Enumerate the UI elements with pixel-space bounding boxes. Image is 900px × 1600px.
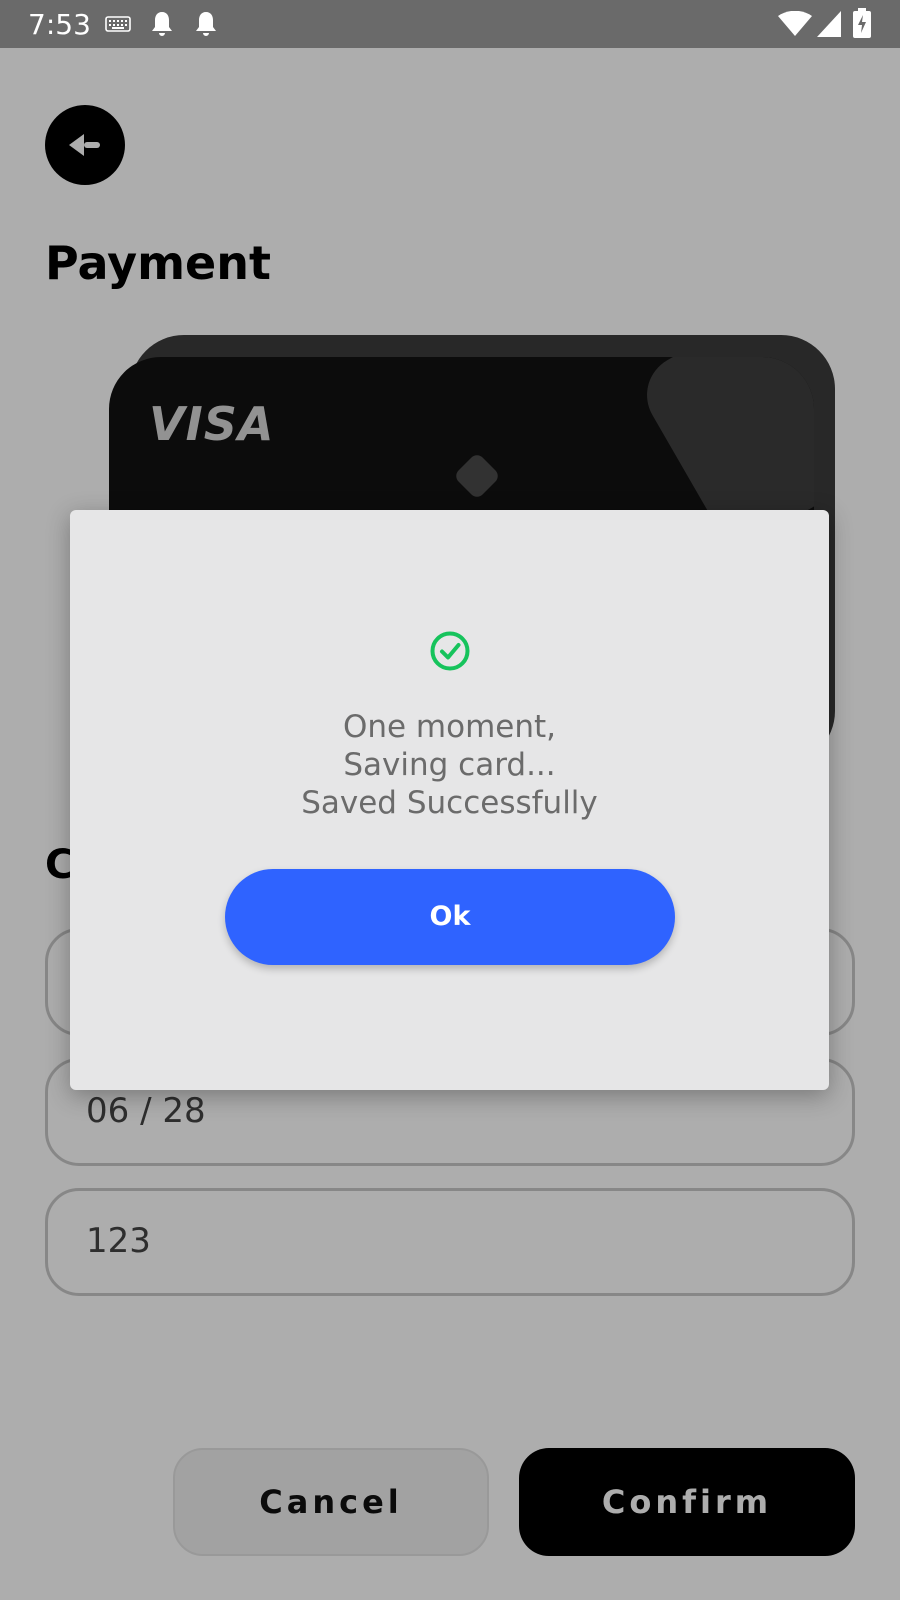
check-circle-icon xyxy=(430,631,470,671)
wifi-icon xyxy=(778,10,812,42)
keyboard-icon xyxy=(105,16,131,37)
save-card-dialog: One moment, Saving card... Saved Success… xyxy=(70,510,829,1090)
dialog-line-3: Saved Successfully xyxy=(301,785,598,821)
dialog-line-2: Saving card... xyxy=(343,747,556,783)
status-bar: 7:53 xyxy=(0,0,900,48)
notification-bell-icon xyxy=(150,10,174,43)
cellular-signal-icon xyxy=(817,11,841,42)
ok-button[interactable]: Ok xyxy=(225,869,675,965)
dialog-line-1: One moment, xyxy=(342,709,557,745)
battery-charging-icon xyxy=(853,8,871,43)
notification-bell-icon xyxy=(194,10,218,43)
status-time: 7:53 xyxy=(28,8,91,41)
dialog-message: One moment, Saving card... Saved Success… xyxy=(70,708,829,822)
